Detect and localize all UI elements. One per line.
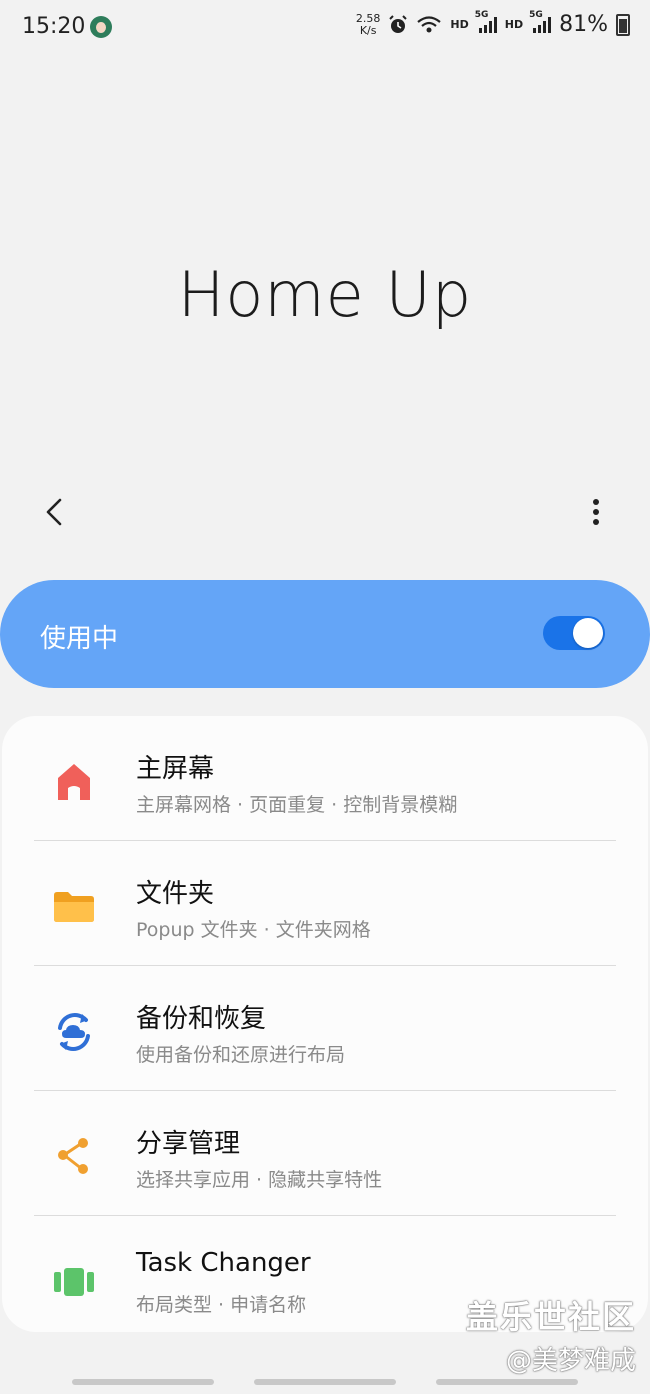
menu-item-subtitle: 主屏幕网格 · 页面重复 · 控制背景模糊 bbox=[136, 794, 458, 816]
menu-item-subtitle: 使用备份和还原进行布局 bbox=[136, 1044, 346, 1066]
signal-icon: 5G bbox=[475, 10, 497, 34]
page-title: Home Up bbox=[177, 258, 473, 331]
toggle-label: 使用中 bbox=[40, 624, 119, 654]
menu-item-folder[interactable]: 文件夹 Popup 文件夹 · 文件夹网格 bbox=[2, 841, 648, 965]
menu-item-home-screen[interactable]: 主屏幕 主屏幕网格 · 页面重复 · 控制背景模糊 bbox=[2, 716, 648, 840]
nav-recents-button[interactable] bbox=[72, 1379, 214, 1385]
status-time: 15:20 bbox=[22, 14, 86, 39]
settings-card: 主屏幕 主屏幕网格 · 页面重复 · 控制背景模糊 文件夹 Popup 文件夹 … bbox=[2, 716, 648, 1332]
navigation-bar bbox=[0, 1372, 650, 1394]
menu-item-subtitle: Popup 文件夹 · 文件夹网格 bbox=[136, 919, 371, 941]
switch-knob bbox=[573, 618, 603, 648]
watermark-title: 盖乐世社区 bbox=[465, 1298, 636, 1336]
alarm-icon bbox=[389, 14, 408, 33]
menu-item-title: 文件夹 bbox=[136, 879, 215, 909]
battery-icon bbox=[616, 13, 630, 36]
menu-item-subtitle: 选择共享应用 · 隐藏共享特性 bbox=[136, 1169, 383, 1191]
menu-item-title: 分享管理 bbox=[136, 1129, 241, 1159]
back-icon[interactable] bbox=[38, 494, 74, 530]
menu-item-title: 备份和恢复 bbox=[136, 1004, 267, 1034]
menu-item-share-management[interactable]: 分享管理 选择共享应用 · 隐藏共享特性 bbox=[2, 1091, 648, 1215]
more-options-icon[interactable] bbox=[580, 494, 612, 530]
nav-back-button[interactable] bbox=[436, 1379, 578, 1385]
master-switch[interactable] bbox=[543, 616, 605, 650]
cloud-sync-icon bbox=[58, 1013, 90, 1051]
menu-item-backup-restore[interactable]: 备份和恢复 使用备份和还原进行布局 bbox=[2, 966, 648, 1090]
master-toggle-bar[interactable]: 使用中 bbox=[0, 580, 650, 688]
network-speed: 2.58 K/s bbox=[355, 11, 381, 37]
status-icons: 2.58 K/s HD 5G HD 5G 81% bbox=[355, 10, 630, 37]
status-bar: 15:20 2.58 K/s HD 5G HD 5G 81% bbox=[0, 0, 650, 58]
nav-home-button[interactable] bbox=[254, 1379, 396, 1385]
hd-label-1: HD bbox=[450, 18, 469, 31]
menu-item-title: 主屏幕 bbox=[136, 754, 215, 784]
task-changer-icon bbox=[54, 1268, 94, 1296]
menu-item-title: Task Changer bbox=[136, 1248, 311, 1278]
wifi-icon bbox=[417, 15, 442, 32]
hd-label-2: HD bbox=[504, 18, 524, 31]
signal-icon: 5G bbox=[529, 10, 552, 34]
menu-item-subtitle: 布局类型 · 申请名称 bbox=[136, 1294, 307, 1316]
avatar-icon bbox=[90, 16, 112, 38]
battery-percent: 81% bbox=[559, 12, 608, 37]
share-icon bbox=[58, 1138, 88, 1174]
folder-icon bbox=[54, 892, 94, 922]
home-icon bbox=[58, 764, 90, 800]
